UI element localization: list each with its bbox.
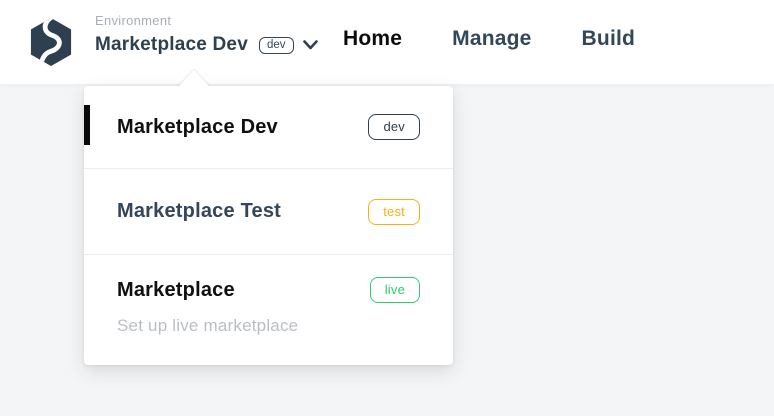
app-frame: Environment Marketplace Dev dev Home Man… — [0, 0, 774, 416]
environment-badge-live: live — [370, 277, 420, 303]
chevron-down-icon — [303, 40, 318, 50]
selected-item-marker — [84, 105, 90, 145]
environment-badge-dev: dev — [368, 114, 420, 140]
main-nav: Home Manage Build — [343, 27, 635, 51]
dropdown-item-marketplace-dev[interactable]: Marketplace Dev dev — [84, 86, 453, 168]
nav-item-build[interactable]: Build — [582, 27, 636, 51]
sharetribe-logo-icon[interactable] — [27, 17, 75, 67]
environment-dropdown-menu: Marketplace Dev dev Marketplace Test tes… — [84, 86, 453, 365]
environment-badge-test: test — [368, 199, 420, 225]
nav-item-home[interactable]: Home — [343, 27, 402, 51]
nav-item-manage[interactable]: Manage — [452, 27, 531, 51]
dropdown-item-name: Marketplace — [117, 279, 235, 302]
dropdown-item-name: Marketplace Dev — [117, 116, 278, 139]
dropdown-item-subtitle: Set up live marketplace — [117, 316, 420, 336]
dropdown-caret-icon — [179, 70, 209, 86]
dropdown-item-name: Marketplace Test — [117, 200, 281, 223]
top-navigation-bar: Environment Marketplace Dev dev Home Man… — [0, 0, 774, 84]
environment-label: Environment — [95, 13, 318, 29]
dropdown-item-marketplace-live[interactable]: Marketplace live Set up live marketplace — [84, 254, 453, 387]
selected-environment-badge: dev — [259, 37, 294, 54]
dropdown-item-marketplace-test[interactable]: Marketplace Test test — [84, 168, 453, 254]
environment-switcher-button[interactable]: Environment Marketplace Dev dev — [95, 13, 318, 56]
selected-environment-name: Marketplace Dev — [95, 34, 248, 56]
